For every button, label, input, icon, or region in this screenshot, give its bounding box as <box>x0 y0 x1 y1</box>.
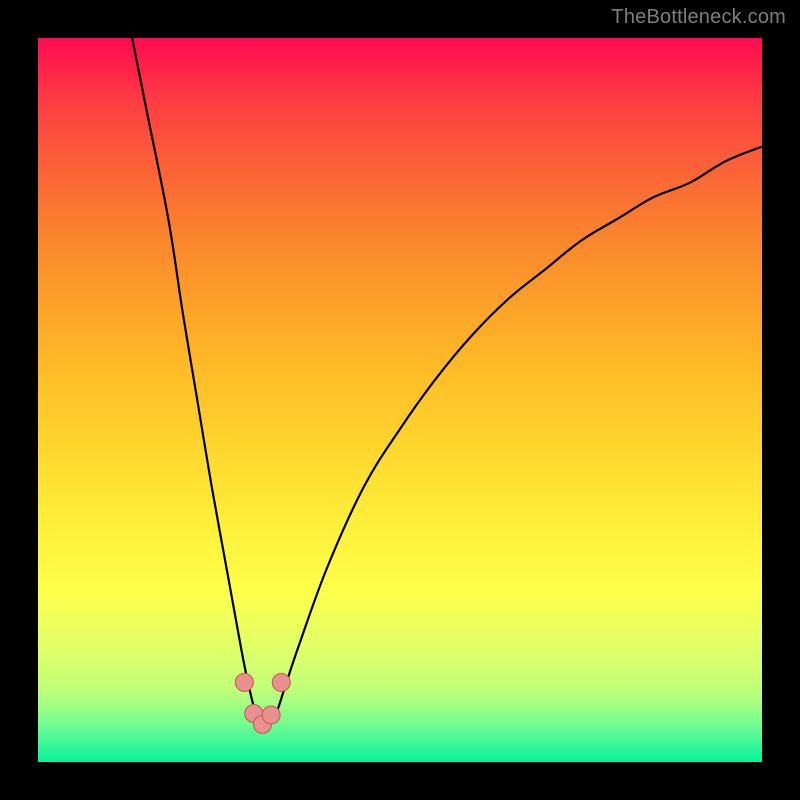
highlight-dot <box>272 673 290 691</box>
chart-frame: TheBottleneck.com <box>0 0 800 800</box>
watermark-text: TheBottleneck.com <box>611 6 786 29</box>
highlight-dot <box>235 673 253 691</box>
plot-area <box>38 38 762 762</box>
highlight-dots-group <box>235 673 290 733</box>
bottleneck-curve <box>132 38 762 728</box>
highlight-dot <box>262 706 280 724</box>
curve-layer <box>38 38 762 762</box>
